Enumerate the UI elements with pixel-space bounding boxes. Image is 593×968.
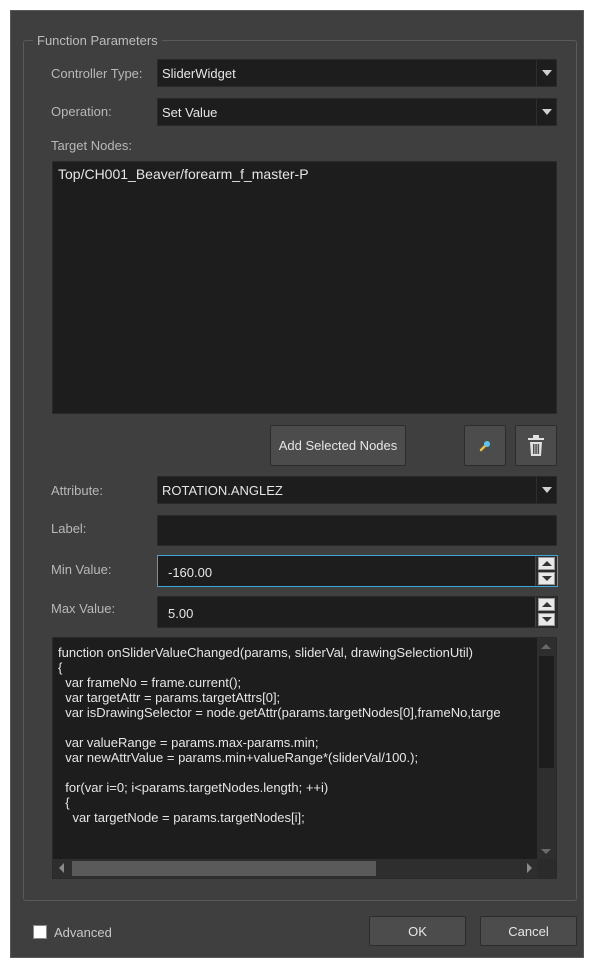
code-line: { [58,660,63,675]
advanced-label[interactable]: Advanced [54,925,112,941]
max-value-spinbox[interactable]: 5.00 [157,596,558,628]
label-input[interactable] [157,515,557,546]
min-value-label: Min Value: [51,562,112,577]
min-value-spin [535,556,557,586]
increment-icon[interactable] [538,557,555,570]
vertical-scrollbar[interactable] [537,638,556,860]
scroll-thumb[interactable] [72,861,376,876]
attribute-value: ROTATION.ANGLEZ [162,483,283,498]
advanced-checkbox[interactable] [33,925,47,939]
script-editor[interactable]: function onSliderValueChanged(params, sl… [52,637,557,879]
attribute-select[interactable]: ROTATION.ANGLEZ [157,476,557,504]
target-nodes-label: Target Nodes: [51,138,132,153]
operation-value: Set Value [162,105,218,120]
code-line: var targetNode = params.targetNodes[i]; [58,810,305,825]
trash-icon [528,434,544,456]
code-line: function onSliderValueChanged(params, sl… [58,645,474,660]
delete-nodes-button[interactable] [515,425,557,466]
scroll-thumb[interactable] [539,656,554,768]
min-value-spinbox[interactable]: -160.00 [157,555,558,587]
code-line: var frameNo = frame.current(); [58,675,242,690]
code-line: var isDrawingSelector = node.getAttr(par… [58,705,501,720]
controller-type-value: SliderWidget [162,66,236,81]
add-selected-nodes-button[interactable]: Add Selected Nodes [270,425,406,466]
chevron-down-icon[interactable] [536,477,556,503]
group-title: Function Parameters [33,33,162,49]
scroll-left-icon[interactable] [59,863,64,873]
decrement-icon[interactable] [538,572,555,585]
attribute-label: Attribute: [51,483,104,498]
target-nodes-list[interactable]: Top/CH001_Beaver/forearm_f_master-P [52,161,557,414]
scroll-up-icon[interactable] [541,644,551,649]
scroll-down-icon[interactable] [541,849,551,854]
scroll-corner [537,859,556,878]
operation-label: Operation: [51,104,112,119]
label-field-label: Label: [51,521,87,536]
scroll-right-icon[interactable] [527,863,532,873]
list-item[interactable]: Top/CH001_Beaver/forearm_f_master-P [58,166,551,182]
max-value-spin [535,597,557,627]
cancel-button[interactable]: Cancel [480,916,577,946]
code-line: var valueRange = params.max-params.min; [58,735,319,750]
decrement-icon[interactable] [538,613,555,626]
code-line: for(var i=0; i<params.targetNodes.length… [58,780,329,795]
select-nodes-button[interactable] [464,425,506,466]
operation-select[interactable]: Set Value [157,98,557,126]
code-line: { [58,795,70,810]
chevron-down-icon[interactable] [536,60,556,86]
ok-button[interactable]: OK [369,916,466,946]
max-value-input[interactable]: 5.00 [168,606,193,621]
chevron-down-icon[interactable] [536,99,556,125]
controller-type-select[interactable]: SliderWidget [157,59,557,87]
code-line: var newAttrValue = params.min+valueRange… [58,750,419,765]
increment-icon[interactable] [538,598,555,611]
min-value-input[interactable]: -160.00 [168,565,212,580]
controller-type-label: Controller Type: [51,66,143,81]
code-line: var targetAttr = params.targetAttrs[0]; [58,690,281,705]
max-value-label: Max Value: [51,601,116,616]
horizontal-scrollbar[interactable] [53,859,538,878]
wand-icon [479,440,490,451]
